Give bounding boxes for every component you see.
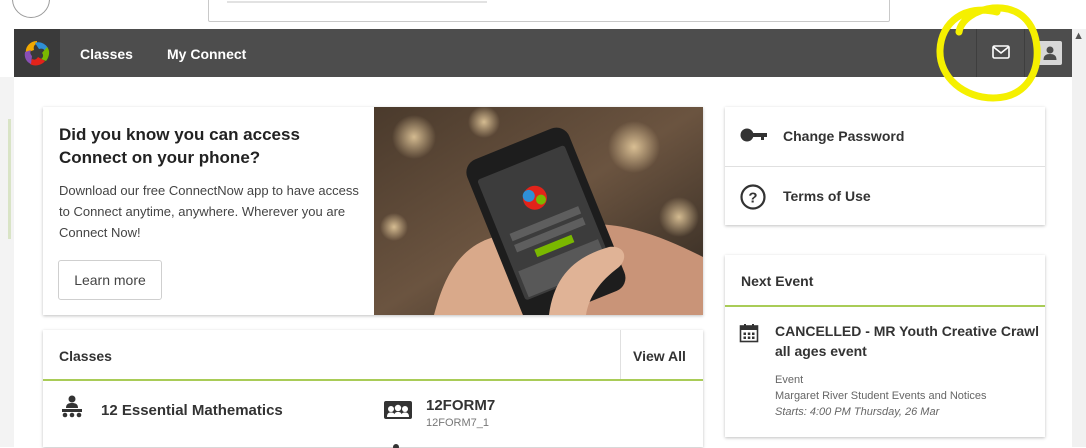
user-profile-icon [1043,46,1057,60]
address-bar[interactable] [208,0,890,22]
left-edge [0,77,14,447]
event-title-link[interactable]: CANCELLED - MR Youth Creative Crawl all … [775,321,1040,361]
group-icon [384,401,412,419]
page-scrollbar[interactable] [1072,29,1086,447]
classes-card: Classes View All 12 Essential Mathematic… [43,330,703,448]
svg-text:?: ? [748,190,757,207]
scroll-up-arrow-icon[interactable]: ▲ [1073,30,1084,42]
view-all-label: View All [633,348,686,364]
promo-title: Did you know you can access Connect on y… [59,125,300,167]
key-icon [740,128,767,142]
class-code: 12FORM7_1 [426,417,489,429]
event-board: Margaret River Student Events and Notice… [775,390,987,402]
quick-links-card: Change Password ? Terms of Use [725,107,1045,225]
nav-my-connect-link[interactable]: My Connect [167,46,246,62]
person-icon [393,444,399,448]
browser-toolbar [0,0,1086,29]
terms-of-use-label: Terms of Use [783,188,871,204]
mail-icon [992,45,1010,59]
class-title: 12FORM7 [426,397,496,414]
next-event-header: Next Event [725,255,1045,307]
calendar-icon [739,324,759,343]
learn-more-button[interactable]: Learn more [58,260,162,300]
next-event-card: Next Event CANCELLED - MR Youth Creative… [725,255,1045,437]
terms-of-use-link[interactable]: ? Terms of Use [725,166,1045,226]
view-all-button[interactable]: View All [620,330,703,379]
profile-button[interactable] [1024,29,1073,77]
class-title: 12 Essential Mathematics [101,402,283,419]
messages-button[interactable] [976,29,1025,77]
next-event-heading: Next Event [741,273,814,289]
app-promo-card: Did you know you can access Connect on y… [43,107,703,315]
browser-back-button[interactable] [12,0,50,18]
classes-heading: Classes [59,348,112,364]
event-type: Event [775,374,804,386]
event-start-time: Starts: 4:00 PM Thursday, 26 Mar [775,406,940,418]
change-password-link[interactable]: Change Password [725,107,1045,166]
connect-logo-icon[interactable] [14,29,60,77]
classes-header: Classes View All [43,330,703,381]
nav-classes-link[interactable]: Classes [80,46,133,62]
phone-photo [374,107,703,315]
promo-body: Download our free ConnectNow app to have… [59,183,359,240]
change-password-label: Change Password [783,128,905,144]
top-navigation: Classes My Connect [14,29,1072,77]
question-circle-icon: ? [740,184,766,210]
classroom-teacher-icon [62,395,82,418]
